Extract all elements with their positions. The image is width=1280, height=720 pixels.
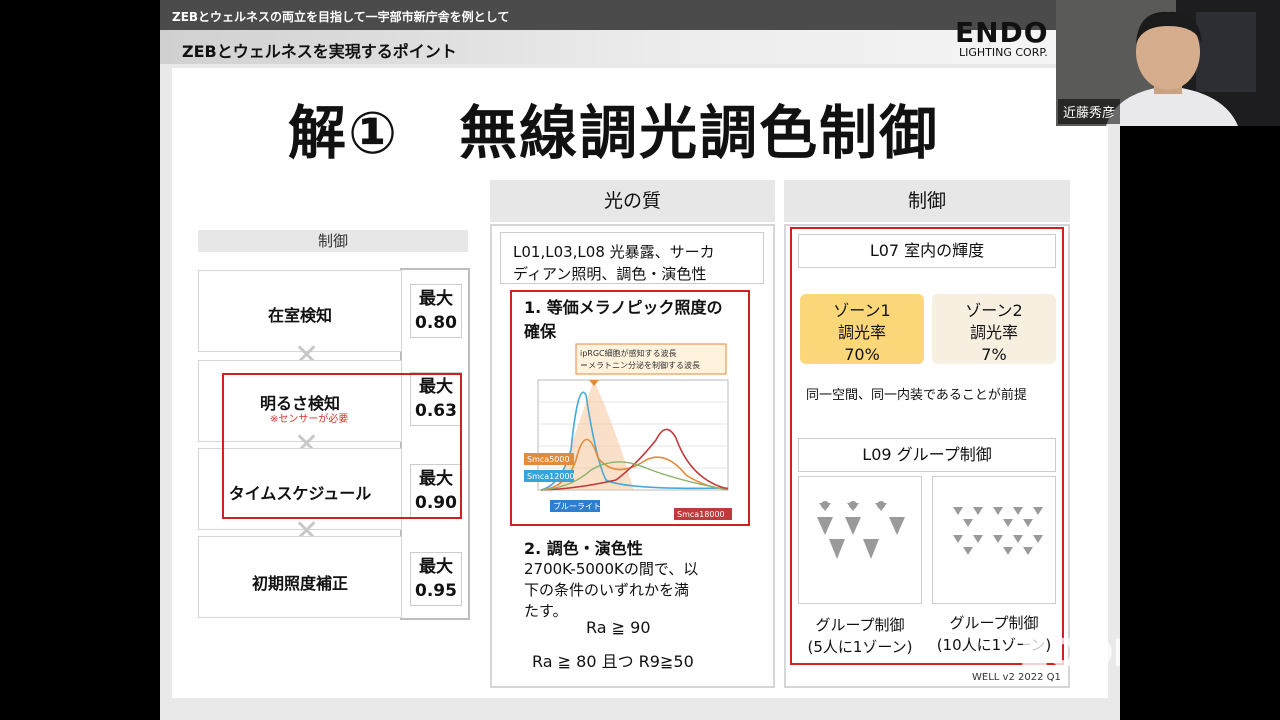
premise-note: 同一空間、同一内装であることが前提 [806,388,1027,403]
max-initial-correction-value: 0.95 [415,581,457,601]
chart-tag-smca12000: Smca12000 [527,472,575,481]
quality-summary-box: L01,L03,L08 光暴露、サーカ ディアン照明、調色・演色性 [500,232,764,284]
chart-callout-line-2: ＝メラトニン分泌を制御する波長 [580,360,700,370]
chart-tag-bluelight: ブルーライト [553,501,601,511]
chart-callout-line-1: ipRGC細胞が感知する波長 [580,348,677,358]
item1-title: 1. 等価メラノピック照度の 確保 [524,296,744,344]
zone-1: ゾーン1 調光率 70% [800,294,924,364]
item2-line-1: 2700K-5000Kの間で、以 [524,560,699,578]
middle-column-header: 光の質 [490,180,775,222]
logo-sub-text: LIGHTING CORP. [959,46,1048,59]
max-occupancy-label: 最大 [419,289,453,309]
logo-main-text: ENDO [955,16,1049,49]
chart-tag-smca18000: Smca18000 [677,510,725,519]
group-5-label-line-2: (5人に1ゾーン) [807,638,913,656]
max-initial-correction-label: 最大 [419,557,453,577]
left-column-header: 制御 [198,230,468,252]
shared-slide: ZEBとウェルネスの両立を目指して一宇部市新庁舎を例として ZEBとウェルネスを… [160,0,1120,720]
l09-box: L09 グループ制御 [798,438,1056,472]
highlight-frame [222,373,462,519]
slide-section-title: ZEBとウェルネスを実現するポイント [182,42,457,61]
row-occupancy-label: 在室検知 [267,306,332,325]
zone-2-rate-label: 調光率 [969,323,1018,342]
participant-name-label: 近藤秀彦 [1058,99,1121,124]
row-initial-correction-label: 初期照度補正 [251,574,348,593]
group-5-lights-icon [817,501,905,559]
group-5-label-line-1: グループ制御 [815,616,905,634]
zoom-meeting-window: ZEBとウェルネスの両立を目指して一宇部市新庁舎を例として ZEBとウェルネスを… [0,0,1280,720]
ra-condition-1: Ra ≧ 90 [586,618,651,637]
zone-1-rate-label: 調光率 [837,323,886,342]
max-occupancy: 最大 0.80 [410,284,462,338]
quality-line-2: ディアン照明、調色・演色性 [513,265,707,283]
slide-topbar-title: ZEBとウェルネスの両立を目指して一宇部市新庁舎を例として [172,10,510,24]
webcam-tile[interactable]: 近藤秀彦 [1056,0,1280,126]
group-10-lights-icon [953,507,1043,555]
quality-line-1: L01,L03,L08 光暴露、サーカ [513,243,715,261]
ra-condition-2: Ra ≧ 80 且つ R9≧50 [532,652,694,671]
item2-block: 2. 調色・演色性 2700K-5000Kの間で、以 下の条件のいずれかを満 た… [524,538,698,622]
group-10-diagram [932,476,1056,604]
zone-2-name: ゾーン2 [965,301,1023,320]
group-5-label: グループ制御 (5人に1ゾーン) [790,614,930,658]
spectrum-chart: ipRGC細胞が感知する波長 ＝メラトニン分泌を制御する波長 Smca5000 … [524,343,732,520]
zone-2: ゾーン2 調光率 7% [932,294,1056,364]
chart-tag-smca5000: Smca5000 [527,455,570,464]
item2-line-2: 下の条件のいずれかを満 [524,581,690,599]
video-window-frame [1196,12,1256,92]
zone-1-value: 70% [844,345,880,364]
l07-box: L07 室内の輝度 [798,234,1056,268]
max-occupancy-value: 0.80 [415,313,457,333]
item2-title: 2. 調色・演色性 [524,539,643,558]
item1-title-line-1: 1. 等価メラノピック照度の [524,298,723,317]
group-5-diagram [798,476,922,604]
company-logo: ENDO LIGHTING CORP. [955,16,1065,64]
zone-1-name: ゾーン1 [833,301,891,320]
slide-headline: 解① 無線調光調色制御 [288,99,940,167]
right-column-header: 制御 [784,180,1070,222]
zoom-watermark: zoom [1020,620,1120,678]
max-initial-correction: 最大 0.95 [410,552,462,606]
zone-2-value: 7% [981,345,1007,364]
